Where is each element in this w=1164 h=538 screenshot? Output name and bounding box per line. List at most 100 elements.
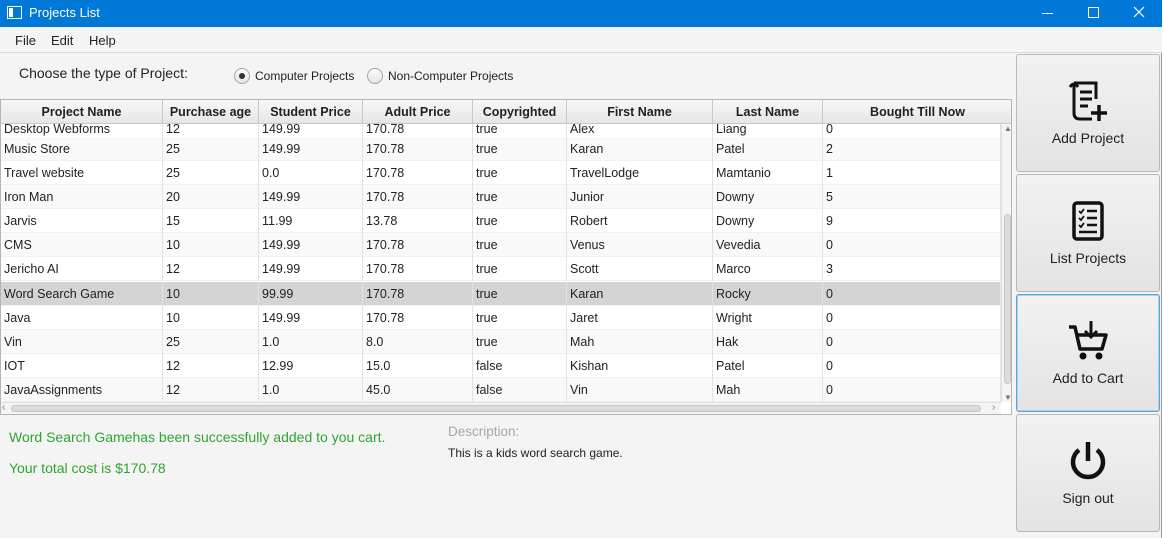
scroll-down-icon[interactable]: ▼ [1003,393,1011,402]
column-header-purchase-age[interactable]: Purchase age [163,100,259,124]
description-label: Description: [448,424,520,439]
cell-first-name: Karan [567,137,713,161]
cell-first-name: Vin [567,378,713,402]
computer-projects-radio[interactable] [234,68,250,84]
cell-student-price: 1.0 [259,330,363,354]
close-button[interactable] [1116,0,1162,27]
menu-help[interactable]: Help [89,33,116,48]
table-row[interactable]: Travel website 25 0.0 170.78 true TravelLodge… [1,161,1001,185]
table-row[interactable]: Music Store 25 149.99 170.78 true Karan Patel 2 [1,137,1001,161]
cell-student-price: 0.0 [259,161,363,185]
cell-adult-price: 45.0 [363,378,473,402]
table-row[interactable]: Java 10 149.99 170.78 true Jaret Wright 0 [1,306,1001,330]
cell-project-name: JavaAssignments [1,378,163,402]
cell-last-name: Downy [713,209,823,233]
cell-last-name: Downy [713,185,823,209]
cell-purchase-age: 15 [163,209,259,233]
cell-adult-price: 8.0 [363,330,473,354]
menu-file[interactable]: File [15,33,36,48]
cell-adult-price: 170.78 [363,233,473,257]
cell-project-name: Java [1,306,163,330]
scroll-up-icon[interactable]: ▲ [1003,124,1011,133]
table-row[interactable]: IOT 12 12.99 15.0 false Kishan Patel 0 [1,354,1001,378]
cell-bought-till-now: 0 [823,354,1001,378]
column-header-bought-till-now[interactable]: Bought Till Now [823,100,1011,124]
cell-project-name: Jarvis [1,209,163,233]
cell-purchase-age: 12 [163,378,259,402]
column-header-last-name[interactable]: Last Name [713,100,823,124]
table-row[interactable]: Iron Man 20 149.99 170.78 true Junior Downy 5 [1,185,1001,209]
cell-copyrighted: true [473,137,567,161]
cell-adult-price: 13.78 [363,209,473,233]
app-icon [7,6,22,19]
added-to-cart-message: Word Search Gamehas been successfully ad… [9,429,386,445]
table-row[interactable]: Jarvis 15 11.99 13.78 true Robert Downy 9 [1,209,1001,233]
cell-first-name: Scott [567,257,713,281]
cell-purchase-age: 25 [163,330,259,354]
cell-copyrighted: true [473,185,567,209]
title-bar: Projects List [0,0,1162,27]
window-title: Projects List [29,5,100,20]
table-row[interactable]: Word Search Game 10 99.99 170.78 true Karan Ro… [1,282,1001,306]
menu-edit[interactable]: Edit [51,33,73,48]
cell-purchase-age: 20 [163,185,259,209]
vertical-scroll-thumb[interactable] [1004,214,1011,384]
cell-copyrighted: true [473,209,567,233]
cell-project-name: IOT [1,354,163,378]
sign-out-button[interactable]: Sign out [1016,414,1160,532]
non-computer-projects-radio[interactable] [367,68,383,84]
table-row[interactable]: CMS 10 149.99 170.78 true Venus Vevedia 0 [1,233,1001,257]
cell-purchase-age: 10 [163,233,259,257]
cell-student-price: 149.99 [259,257,363,281]
cell-first-name: Jaret [567,306,713,330]
column-header-first-name[interactable]: First Name [567,100,713,124]
table-row[interactable]: Vin 25 1.0 8.0 true Mah Hak 0 [1,330,1001,354]
power-icon [1070,442,1106,480]
scroll-right-icon[interactable]: › [992,402,995,413]
cell-first-name: Junior [567,185,713,209]
cell-copyrighted: false [473,354,567,378]
scroll-left-icon[interactable]: ‹ [2,402,5,413]
cell-student-price: 149.99 [259,306,363,330]
maximize-button[interactable] [1070,0,1116,27]
description-text: This is a kids word search game. [448,446,623,460]
add-to-cart-button[interactable]: Add to Cart [1016,294,1160,412]
cell-first-name: Robert [567,209,713,233]
horizontal-scrollbar[interactable]: ‹ › [1,402,1001,414]
column-header-copyrighted[interactable]: Copyrighted [473,100,567,124]
cell-adult-price: 15.0 [363,354,473,378]
cell-project-name: CMS [1,233,163,257]
cell-copyrighted: true [473,161,567,185]
cell-adult-price: 170.78 [363,282,473,306]
column-header-adult-price[interactable]: Adult Price [363,100,473,124]
list-projects-button[interactable]: List Projects [1016,174,1160,292]
table-row[interactable]: Jericho AI 12 149.99 170.78 true Scott Marco 3 [1,257,1001,281]
projects-table[interactable]: Project Name Purchase age Student Price Adu… [0,99,1012,415]
cell-last-name: Rocky [713,282,823,306]
vertical-scrollbar[interactable]: ▲ ▼ [1001,124,1011,402]
projects-list-window: Projects List File Edit Help Choose the … [0,0,1162,538]
total-cost-message: Your total cost is $170.78 [9,460,166,476]
cell-last-name: Mah [713,378,823,402]
horizontal-scroll-thumb[interactable] [11,405,981,412]
add-project-button[interactable]: Add Project [1016,54,1160,172]
column-header-project-name[interactable]: Project Name [1,100,163,124]
cell-purchase-age: 25 [163,161,259,185]
non-computer-projects-label[interactable]: Non-Computer Projects [388,69,513,83]
cell-project-name: Word Search Game [1,282,163,306]
sign-out-label: Sign out [1062,490,1114,506]
maximize-icon [1087,6,1099,18]
cell-last-name: Patel [713,137,823,161]
minimize-icon [1041,12,1053,14]
computer-projects-label[interactable]: Computer Projects [255,69,354,83]
table-row[interactable]: JavaAssignments 12 1.0 45.0 false Vin Mah 0 [1,378,1001,402]
cell-student-price: 12.99 [259,354,363,378]
cell-last-name: Patel [713,354,823,378]
column-header-student-price[interactable]: Student Price [259,100,363,124]
cell-project-name: Jericho AI [1,257,163,281]
cell-last-name: Mamtanio [713,161,823,185]
checklist-icon [1072,201,1104,241]
menu-bar: File Edit Help [0,27,1162,53]
minimize-button[interactable] [1024,0,1070,27]
cell-bought-till-now: 2 [823,137,1001,161]
